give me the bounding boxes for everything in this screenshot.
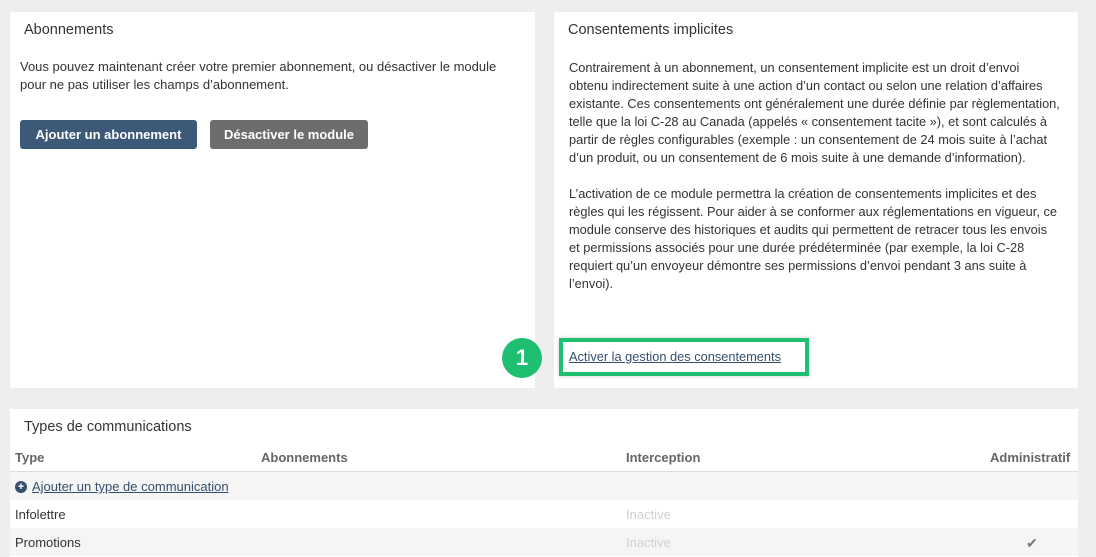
consentements-description: Contrairement à un abonnement, un consen… [569, 59, 1061, 293]
interception-status: Inactive [626, 507, 671, 522]
communication-types-panel: Types de communications Type Abonnements… [10, 409, 1078, 557]
abonnements-description: Vous pouvez maintenant créer votre premi… [20, 59, 497, 92]
add-communication-type-label: Ajouter un type de communication [32, 479, 229, 494]
consentements-title: Consentements implicites [568, 22, 734, 38]
activate-consent-highlight: Activer la gestion des consentements [559, 338, 809, 376]
abonnements-panel: Abonnements Vous pouvez maintenant créer… [10, 12, 535, 388]
type-cell: Infolettre [15, 507, 66, 522]
table-row[interactable]: Promotions Inactive ✔ [10, 528, 1078, 556]
activate-consent-link[interactable]: Activer la gestion des consentements [569, 349, 781, 364]
consentements-paragraph-1: Contrairement à un abonnement, un consen… [569, 60, 1060, 165]
table-row[interactable]: Infolettre Inactive [10, 500, 1078, 528]
type-cell: Promotions [15, 535, 81, 550]
add-type-row: + Ajouter un type de communication [10, 472, 1078, 500]
add-subscription-button[interactable]: Ajouter un abonnement [20, 120, 197, 149]
interception-status: Inactive [626, 535, 671, 550]
consentements-panel: Consentements implicites Contrairement à… [554, 12, 1078, 388]
disable-module-button[interactable]: Désactiver le module [210, 120, 368, 149]
communication-types-title: Types de communications [24, 419, 192, 435]
column-header-administratif[interactable]: Administratif [990, 450, 1070, 465]
admin-check-icon: ✔ [1026, 535, 1038, 551]
step-badge: 1 [502, 338, 542, 378]
column-header-type[interactable]: Type [15, 450, 44, 465]
consentements-paragraph-2: L’activation de ce module permettra la c… [569, 186, 1057, 291]
column-header-interception[interactable]: Interception [626, 450, 700, 465]
add-communication-type-link[interactable]: + Ajouter un type de communication [15, 479, 229, 494]
plus-circle-icon: + [15, 480, 27, 493]
abonnements-title: Abonnements [24, 22, 114, 38]
column-header-abonnements[interactable]: Abonnements [261, 450, 348, 465]
